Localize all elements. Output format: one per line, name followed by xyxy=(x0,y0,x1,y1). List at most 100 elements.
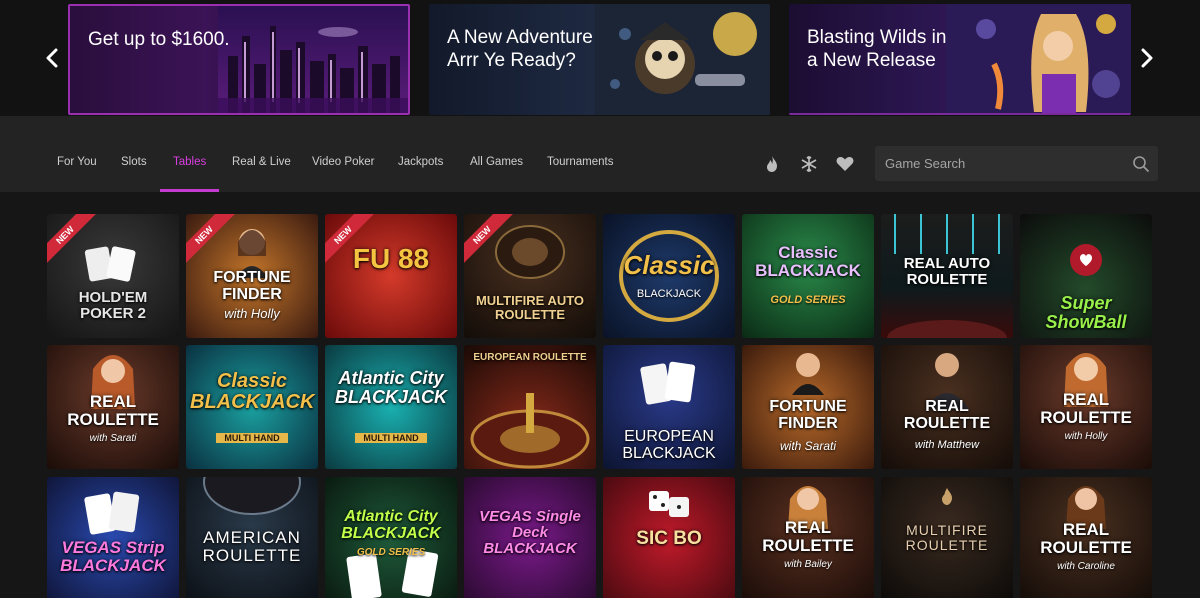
game-title: EUROPEAN BLACKJACK xyxy=(622,428,716,462)
game-subtitle: with Holly xyxy=(1064,431,1108,442)
host-portrait-image xyxy=(792,353,824,395)
dice-icon xyxy=(649,491,689,517)
game-title: REAL AUTO ROULETTE xyxy=(903,255,991,288)
game-tile[interactable]: NEW MULTIFIRE AUTO ROULETTE xyxy=(464,214,596,338)
carousel-next-button[interactable] xyxy=(1132,38,1162,78)
game-title: VEGAS Single Deck BLACKJACK xyxy=(479,508,581,557)
tab-real-live[interactable]: Real & Live xyxy=(232,156,291,168)
tab-all-games[interactable]: All Games xyxy=(470,156,523,168)
promo-banner-text: A New Adventure Arrr Ye Ready? xyxy=(447,27,593,71)
promo-banner-release[interactable]: Blasting Wilds in a New Release xyxy=(789,4,1131,115)
game-tile[interactable]: Atlantic City BLACKJACK MULTI HAND xyxy=(325,345,457,469)
game-title: REAL ROULETTE xyxy=(1040,520,1132,557)
promo-banner-text: Blasting Wilds in a New Release xyxy=(807,27,947,71)
tab-video-poker[interactable]: Video Poker xyxy=(312,156,374,168)
game-tile[interactable]: NEW HOLD'EM POKER 2 xyxy=(47,214,179,338)
flame-logo-icon xyxy=(942,488,952,505)
game-tile[interactable]: Atlantic City BLACKJACK GOLD SERIES xyxy=(325,477,457,598)
game-title: REAL ROULETTE xyxy=(1040,390,1132,427)
playing-cards-icon xyxy=(640,361,696,405)
game-tile[interactable]: AMERICAN ROULETTE xyxy=(186,477,318,598)
game-search-box xyxy=(875,146,1158,181)
game-subtitle: with Sarati xyxy=(89,433,137,444)
game-tile[interactable]: REAL ROULETTE with Caroline xyxy=(1020,477,1152,598)
game-title: Classic BLACKJACK xyxy=(190,370,315,413)
game-title: FORTUNE FINDER xyxy=(213,269,291,303)
game-title: Super ShowBall xyxy=(1045,293,1127,332)
tab-slots[interactable]: Slots xyxy=(121,156,147,168)
game-subtitle: with Sarati xyxy=(779,439,837,453)
game-title: HOLD'EM POKER 2 xyxy=(78,289,148,322)
game-tile[interactable]: MULTIFIRE ROULETTE xyxy=(881,477,1013,598)
chevron-left-icon xyxy=(46,48,58,68)
tab-tables[interactable]: Tables xyxy=(173,156,206,168)
game-title: FORTUNE FINDER xyxy=(769,398,847,432)
search-icon[interactable] xyxy=(1132,155,1150,173)
game-tile[interactable]: Classic BLACKJACK MULTI HAND xyxy=(186,345,318,469)
promo-banner-text: Get up to $1600. xyxy=(88,29,230,50)
game-subtitle: with Bailey xyxy=(784,559,832,570)
game-subtitle: with Matthew xyxy=(914,439,980,451)
game-tile[interactable]: REAL ROULETTE with Sarati xyxy=(47,345,179,469)
game-tile[interactable]: FORTUNE FINDER with Sarati xyxy=(742,345,874,469)
game-title: MULTIFIRE ROULETTE xyxy=(905,522,989,553)
game-title: AMERICAN ROULETTE xyxy=(202,528,302,565)
pirate-skull-image xyxy=(595,4,770,115)
game-subtitle: with Holly xyxy=(224,306,280,321)
game-title: MULTIFIRE AUTO ROULETTE xyxy=(475,293,585,322)
playing-cards-icon xyxy=(84,246,136,282)
game-grid: NEW HOLD'EM POKER 2 NEW FORTUNE FINDER w… xyxy=(0,192,1200,598)
search-input[interactable] xyxy=(875,146,1125,181)
game-title: SIC BO xyxy=(636,528,702,549)
game-title: Atlantic City BLACKJACK xyxy=(335,368,447,407)
roulette-wheel-icon xyxy=(470,393,590,469)
game-tile[interactable]: REAL ROULETTE with Bailey xyxy=(742,477,874,598)
game-title: FU 88 xyxy=(352,243,430,274)
snowflake-icon[interactable] xyxy=(799,154,819,174)
flame-icon[interactable] xyxy=(762,154,782,174)
chevron-right-icon xyxy=(1141,48,1153,68)
playing-cards-icon xyxy=(84,491,140,535)
promo-banner-bonus[interactable]: Get up to $1600. xyxy=(68,4,410,115)
game-subtitle: with Caroline xyxy=(1057,561,1115,572)
game-title: VEGAS Strip BLACKJACK xyxy=(60,538,166,575)
game-tile[interactable]: SIC BO xyxy=(603,477,735,598)
promo-carousel: Get up to $1600. A New Adventure Arrr Ye… xyxy=(0,0,1200,116)
game-tile[interactable]: VEGAS Single Deck BLACKJACK xyxy=(464,477,596,598)
game-tile[interactable]: VEGAS Strip BLACKJACK xyxy=(47,477,179,598)
game-title: Classic xyxy=(623,250,715,280)
game-title: REAL ROULETTE xyxy=(762,518,854,555)
game-subtitle: MULTI HAND xyxy=(355,433,427,443)
game-tile[interactable]: NEW FORTUNE FINDER with Holly xyxy=(186,214,318,338)
game-tile[interactable]: REAL AUTO ROULETTE xyxy=(881,214,1013,338)
game-tile[interactable]: EUROPEAN BLACKJACK xyxy=(603,345,735,469)
mermaid-art-image xyxy=(946,4,1131,113)
city-skyline-image xyxy=(218,6,408,113)
game-subtitle: GOLD SERIES xyxy=(356,547,426,558)
game-title: Atlantic City BLACKJACK xyxy=(341,508,441,542)
game-tile[interactable]: Classic BLACKJACK xyxy=(603,214,735,338)
game-title: REAL ROULETTE xyxy=(903,398,991,432)
tab-tournaments[interactable]: Tournaments xyxy=(547,156,613,168)
ball-icon xyxy=(1070,244,1102,276)
game-tile[interactable]: NEW FU 88 xyxy=(325,214,457,338)
game-subtitle: BLACKJACK xyxy=(636,288,702,300)
game-title: REAL ROULETTE xyxy=(67,392,159,429)
game-subtitle: GOLD SERIES xyxy=(770,294,846,306)
game-tile[interactable]: EUROPEAN ROULETTE xyxy=(464,345,596,469)
carousel-prev-button[interactable] xyxy=(37,38,67,78)
heart-icon[interactable] xyxy=(835,154,855,174)
game-tile[interactable]: Classic BLACKJACK GOLD SERIES xyxy=(742,214,874,338)
game-tile[interactable]: REAL ROULETTE with Holly xyxy=(1020,345,1152,469)
game-tile[interactable]: REAL ROULETTE with Matthew xyxy=(881,345,1013,469)
promo-banner-adventure[interactable]: A New Adventure Arrr Ye Ready? xyxy=(429,4,770,115)
game-tile[interactable]: Super ShowBall xyxy=(1020,214,1152,338)
category-navbar: For You Slots Tables Real & Live Video P… xyxy=(0,116,1200,192)
roulette-wheel-icon xyxy=(495,225,565,279)
tab-jackpots[interactable]: Jackpots xyxy=(398,156,443,168)
game-title: Classic BLACKJACK xyxy=(755,243,861,280)
game-subtitle: MULTI HAND xyxy=(216,433,288,443)
game-title: EUROPEAN ROULETTE xyxy=(473,352,587,363)
tab-for-you[interactable]: For You xyxy=(57,156,97,168)
roulette-wheel-icon xyxy=(203,477,301,515)
